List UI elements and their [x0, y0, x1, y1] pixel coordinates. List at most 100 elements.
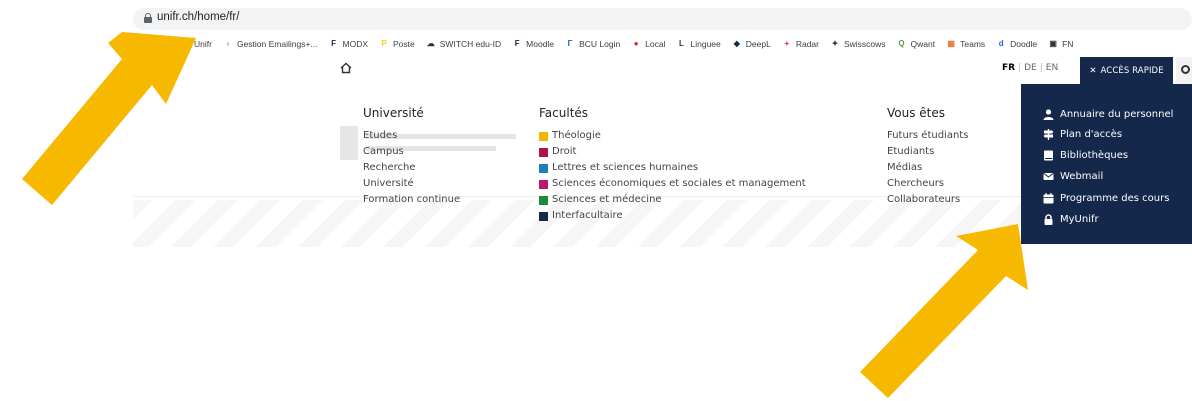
bookmark-teams[interactable]: ▦ Teams [946, 39, 985, 49]
fn-icon: ▣ [1049, 39, 1057, 48]
audience-link[interactable]: Futurs étudiants [887, 128, 968, 144]
bookmark-linguee[interactable]: L Linguee [677, 39, 721, 49]
faculty-label: Théologie [552, 130, 601, 141]
book-icon [1043, 150, 1054, 161]
cloud-icon: ☁ [426, 39, 435, 48]
lang-separator: | [1039, 63, 1043, 73]
bookmark-switch-edu-id[interactable]: ☁ SWITCH edu-ID [426, 39, 501, 49]
audience-link[interactable]: Chercheurs [887, 176, 968, 192]
quick-access-label: Annuaire du personnel [1060, 109, 1174, 120]
quick-access-item-annuaire-du-personnel[interactable]: Annuaire du personnel [1043, 109, 1173, 120]
address-bar[interactable] [133, 8, 1192, 30]
search-button[interactable] [1176, 57, 1192, 84]
faculty-link[interactable]: Sciences et médecine [539, 192, 806, 208]
bookmark-modx[interactable]: F MODX [329, 39, 369, 49]
quick-access-item-webmail[interactable]: Webmail [1043, 171, 1103, 182]
close-icon: ✕ [1089, 65, 1097, 76]
bookmark-label: FN [1062, 39, 1074, 49]
bookmark-label: Local [645, 39, 666, 49]
bookmark-moodle[interactable]: F Moodle [512, 39, 554, 49]
bookmark-label: Swisscows [843, 39, 886, 49]
menu-column-vous-etes: Vous êtes Futurs étudiants Etudiants Média… [887, 106, 968, 208]
qwant-icon: Q [898, 39, 905, 48]
bookmark-fn[interactable]: ▣ FN [1048, 39, 1073, 49]
faculty-color-square [539, 179, 548, 189]
faculty-color-square [539, 131, 548, 141]
calendar-icon [1043, 193, 1054, 204]
bookmark-label: BCU Login [579, 39, 621, 49]
acces-rapide-label: ACCÈS RAPIDE [1100, 65, 1164, 76]
unifr-icon: F [331, 39, 336, 48]
bookmark-poste[interactable]: P Poste [379, 39, 415, 49]
menu-link[interactable]: Campus [363, 144, 460, 160]
faculty-label: Sciences et médecine [552, 194, 662, 205]
acces-rapide-button[interactable]: ✕ ACCÈS RAPIDE [1080, 57, 1173, 84]
bookmark-label: Radar [795, 39, 819, 49]
signpost-icon [1043, 129, 1054, 140]
audience-link[interactable]: Collaborateurs [887, 192, 968, 208]
quick-access-label: MyUnifr [1060, 214, 1099, 225]
local-icon: ● [633, 39, 639, 48]
quick-access-item-myunifr[interactable]: MyUnifr [1043, 214, 1099, 225]
bookmark-label: MODX [342, 39, 369, 49]
lang-de[interactable]: DE [1024, 63, 1037, 73]
lang-en[interactable]: EN [1046, 63, 1058, 73]
chevron-right-icon: › [226, 39, 230, 48]
audience-link[interactable]: Etudiants [887, 144, 968, 160]
menu-link[interactable]: Etudes [363, 128, 460, 144]
bookmark-label: SWITCH edu-ID [439, 39, 502, 49]
bookmark-doodle[interactable]: d Doodle [996, 39, 1037, 49]
menu-title-facultes: Facultés [539, 106, 589, 120]
quick-access-label: Webmail [1060, 171, 1104, 182]
deepl-icon: ◆ [733, 39, 740, 48]
language-switcher: FR | DE | EN [1002, 63, 1058, 73]
menu-link[interactable]: Université [363, 176, 460, 192]
envelope-icon [1043, 171, 1054, 182]
bookmark-qwant[interactable]: Q Qwant [897, 39, 936, 49]
bookmark-radar[interactable]: + Radar [782, 39, 819, 49]
grid-icon: ▦ [947, 39, 955, 48]
bookmark-bcu-login[interactable]: Γ BCU Login [565, 39, 621, 49]
menu-column-facultes: Facultés Théologie Droit Lettres et scienc… [539, 106, 806, 224]
bookmark-gestion-emailings[interactable]: › Gestion Emailings+... [223, 39, 318, 49]
quick-access-item-programme-des-cours[interactable]: Programme des cours [1043, 193, 1169, 204]
faculty-link[interactable]: Lettres et sciences humaines [539, 160, 806, 176]
quick-access-label: Plan d'accès [1060, 129, 1123, 140]
bookmark-label: Qwant [910, 39, 936, 49]
faculty-link[interactable]: Interfacultaire [539, 208, 806, 224]
faculty-color-square [539, 147, 548, 157]
post-icon: P [381, 39, 387, 48]
lang-separator: | [1018, 63, 1022, 73]
faculty-color-square [539, 163, 548, 173]
menu-column-universite: Université Etudes Campus Recherche Universi… [363, 106, 460, 208]
quick-access-item-plan-d-acc-s[interactable]: Plan d'accès [1043, 129, 1122, 140]
faculty-color-square [539, 195, 548, 205]
arrow-pointer-url [22, 32, 196, 205]
faculty-link[interactable]: Sciences économiques et sociales et mana… [539, 176, 806, 192]
home-icon[interactable] [340, 62, 352, 77]
quick-access-label: Bibliothèques [1060, 150, 1129, 161]
faculty-link[interactable]: Théologie [539, 128, 806, 144]
menu-title-universite: Université [363, 106, 424, 120]
bookmark-label: Doodle [1010, 39, 1038, 49]
quick-access-item-biblioth-ques[interactable]: Bibliothèques [1043, 150, 1128, 161]
lang-fr[interactable]: FR [1002, 63, 1015, 73]
bookmark-label: Moodle [526, 39, 555, 49]
faculty-label: Interfacultaire [552, 210, 623, 221]
bookmark-swisscows[interactable]: ✦ Swisscows [830, 39, 886, 49]
bookmark-label: Teams [960, 39, 986, 49]
menu-link[interactable]: Recherche [363, 160, 460, 176]
unifr-icon: F [514, 39, 520, 48]
menu-link[interactable]: Formation continue [363, 192, 460, 208]
bookmark-label: Linguee [690, 39, 721, 49]
audience-link[interactable]: Médias [887, 160, 968, 176]
bookmark-label: Poste [393, 39, 415, 49]
menu-title-vous-etes: Vous êtes [887, 106, 946, 120]
swisscows-icon: ✦ [831, 39, 839, 48]
bookmark-label: DeepL [745, 39, 771, 49]
user-icon [1043, 109, 1054, 120]
faculty-link[interactable]: Droit [539, 144, 806, 160]
bookmark-local[interactable]: ● Local [631, 39, 666, 49]
quick-access-label: Programme des cours [1060, 193, 1170, 204]
bookmark-deepl[interactable]: ◆ DeepL [732, 39, 771, 49]
